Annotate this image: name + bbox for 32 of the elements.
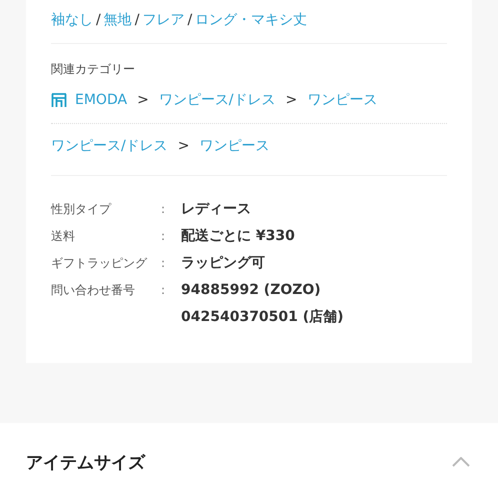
detail-label: 送料 bbox=[51, 228, 76, 245]
colon: : bbox=[161, 255, 166, 272]
breadcrumb-link[interactable]: ワンピース/ドレス bbox=[51, 136, 168, 157]
breadcrumb-link[interactable]: ワンピース bbox=[199, 136, 270, 157]
tag-link[interactable]: フレア bbox=[142, 10, 184, 31]
detail-value: 配送ごとに ¥330 bbox=[181, 227, 295, 246]
breadcrumb-separator: > bbox=[286, 91, 298, 110]
colon: : bbox=[161, 228, 166, 245]
tag-separator: / bbox=[187, 11, 192, 30]
tag-link[interactable]: 袖なし bbox=[51, 10, 93, 31]
tag-link[interactable]: ロング・マキシ丈 bbox=[195, 10, 308, 31]
detail-label: ギフトラッピング bbox=[51, 255, 148, 272]
tag-separator: / bbox=[96, 11, 101, 30]
detail-value: 94885992 (ZOZO) bbox=[181, 281, 322, 300]
breadcrumb-link[interactable]: ワンピース/ドレス bbox=[158, 90, 276, 111]
detail-label: 性別タイプ bbox=[51, 201, 112, 218]
breadcrumb-separator: > bbox=[137, 91, 149, 110]
section-title: アイテムサイズ bbox=[26, 452, 145, 475]
detail-value: 042540370501 (店舗) bbox=[181, 308, 344, 327]
chevron-up-icon[interactable] bbox=[452, 457, 470, 467]
breadcrumb-separator: > bbox=[178, 137, 190, 156]
breadcrumb-link[interactable]: EMODA bbox=[75, 90, 128, 111]
store-icon bbox=[51, 93, 67, 108]
colon: : bbox=[161, 201, 166, 218]
detail-label: 問い合わせ番号 bbox=[51, 282, 136, 299]
detail-value: ラッピング可 bbox=[181, 254, 265, 273]
breadcrumb-link[interactable]: ワンピース bbox=[307, 90, 378, 111]
tag-separator: / bbox=[134, 11, 140, 30]
colon: : bbox=[161, 282, 166, 299]
section-label: 関連カテゴリー bbox=[51, 61, 136, 78]
detail-value: レディース bbox=[181, 200, 251, 219]
tag-link[interactable]: 無地 bbox=[104, 10, 132, 31]
